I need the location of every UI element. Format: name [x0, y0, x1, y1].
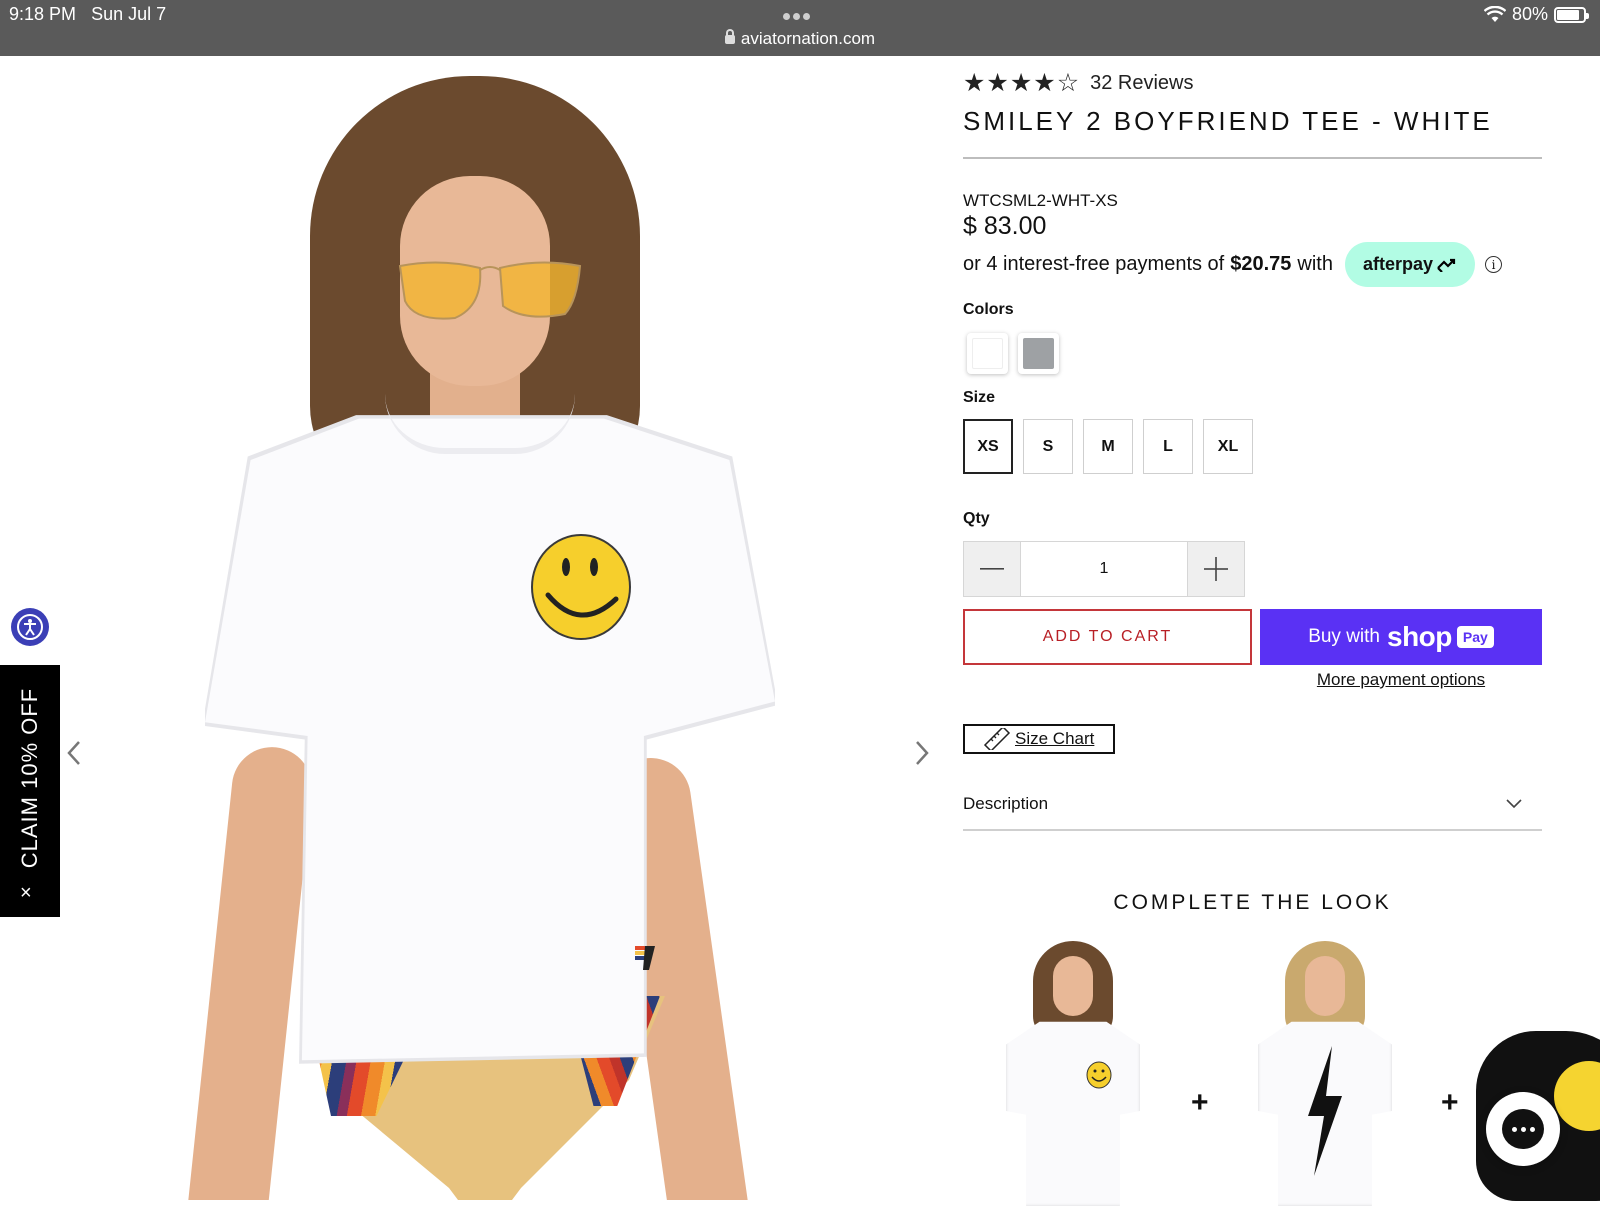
- chevron-left-icon[interactable]: [64, 740, 84, 766]
- look-item-bolt-tee[interactable]: [1250, 936, 1400, 1206]
- aviator-sunglasses: [398, 261, 582, 320]
- smiley-graphic: [531, 534, 631, 640]
- accessibility-button[interactable]: [11, 608, 49, 646]
- rating[interactable]: ★★★★☆ 32 Reviews: [963, 68, 1194, 98]
- description-label: Description: [963, 794, 1049, 813]
- status-bar: 9:18 PM Sun Jul 7 80% aviatornation.com: [0, 0, 1600, 56]
- minus-icon: [980, 568, 1004, 570]
- close-icon[interactable]: ×: [20, 883, 32, 903]
- star-filled-icon: ★: [986, 69, 1009, 97]
- star-empty-icon: ☆: [1056, 69, 1080, 97]
- color-swatches: [967, 333, 1059, 374]
- battery-icon: [1554, 6, 1589, 23]
- product-price: $ 83.00: [963, 212, 1047, 240]
- qty-decrease-button[interactable]: [964, 542, 1020, 596]
- plus-separator: +: [1191, 1086, 1209, 1119]
- star-filled-icon: ★: [963, 69, 986, 97]
- size-options: XS S M L XL: [963, 419, 1253, 474]
- star-filled-icon: ★: [1033, 69, 1056, 97]
- reviews-count[interactable]: 32 Reviews: [1090, 72, 1193, 95]
- afterpay-prefix: or 4 interest-free payments of: [963, 253, 1225, 275]
- clock: 9:18 PM: [9, 4, 77, 24]
- plus-icon: [1204, 557, 1228, 581]
- chevron-right-icon[interactable]: [912, 740, 932, 766]
- star-rating: ★★★★☆: [963, 68, 1080, 98]
- complete-the-look-title: COMPLETE THE LOOK: [1113, 891, 1392, 914]
- mini-face: [1305, 956, 1345, 1016]
- size-label: Size: [963, 389, 996, 406]
- lock-icon: [724, 29, 735, 44]
- swatch-fill: [972, 338, 1003, 369]
- multitasking-dots-icon[interactable]: [783, 7, 813, 25]
- size-chart-label: Size Chart: [1015, 729, 1095, 748]
- model-arm: [184, 743, 316, 1200]
- status-indicators: 80%: [1483, 4, 1589, 25]
- wifi-icon: [1483, 6, 1506, 22]
- product-image[interactable]: [0, 56, 940, 1200]
- tee-collar: [385, 394, 575, 454]
- more-payment-options-link[interactable]: More payment options: [1260, 670, 1542, 690]
- accessibility-icon: [17, 614, 43, 640]
- address-bar[interactable]: aviatornation.com: [0, 29, 1600, 49]
- description-accordion[interactable]: Description: [963, 786, 1542, 822]
- add-to-cart-button[interactable]: ADD TO CART: [963, 609, 1252, 665]
- divider: [963, 157, 1542, 159]
- quantity-stepper: 1: [963, 541, 1245, 597]
- chat-bubble-icon: [1502, 1109, 1544, 1149]
- qty-label: Qty: [963, 510, 990, 527]
- qty-increase-button[interactable]: [1188, 542, 1244, 596]
- product-title: SMILEY 2 BOYFRIEND TEE - WHITE: [963, 106, 1493, 136]
- swatch-fill: [1023, 338, 1054, 369]
- size-option-m[interactable]: M: [1083, 419, 1133, 474]
- status-time: 9:18 PM Sun Jul 7: [9, 4, 166, 25]
- quantity-input[interactable]: 1: [1020, 542, 1188, 596]
- afterpay-badge-text: afterpay: [1362, 254, 1433, 274]
- info-icon[interactable]: i: [1484, 256, 1502, 273]
- mini-face: [1053, 956, 1093, 1016]
- afterpay-badge[interactable]: afterpay: [1344, 242, 1475, 287]
- chat-button[interactable]: [1486, 1092, 1560, 1166]
- swatch-white[interactable]: [967, 333, 1008, 374]
- size-option-xl[interactable]: XL: [1203, 419, 1253, 474]
- complete-the-look-products: + +: [963, 936, 1600, 1206]
- star-filled-icon: ★: [1009, 69, 1033, 97]
- afterpay-amount: $20.75: [1230, 253, 1292, 275]
- shop-logo: shop: [1387, 621, 1452, 652]
- plus-separator: +: [1441, 1086, 1459, 1119]
- chevron-down-icon: [1506, 799, 1522, 809]
- afterpay-suffix: with: [1297, 253, 1333, 275]
- swatch-grey[interactable]: [1018, 333, 1059, 374]
- product-sku: WTCSML2-WHT-XS: [963, 191, 1118, 210]
- mini-tee: [1006, 1021, 1140, 1206]
- claim-discount-tab[interactable]: CLAIM 10% OFF ×: [0, 665, 60, 917]
- pay-pill: Pay: [1456, 626, 1494, 648]
- colors-label: Colors: [963, 301, 1014, 318]
- aviator-logo-icon: [635, 946, 655, 970]
- divider: [963, 829, 1542, 831]
- url-text: aviatornation.com: [740, 29, 876, 48]
- smiley-graphic: [1554, 1061, 1600, 1131]
- afterpay-arrows-icon: [1437, 258, 1456, 272]
- size-chart-button[interactable]: Size Chart: [963, 724, 1115, 754]
- look-item-smiley-tee[interactable]: [998, 936, 1148, 1206]
- size-option-xs[interactable]: XS: [963, 419, 1013, 474]
- buy-with-text: Buy with: [1308, 626, 1380, 647]
- buy-with-shop-pay-button[interactable]: Buy with shop Pay: [1260, 609, 1542, 665]
- ruler-icon: [983, 728, 1011, 750]
- afterpay-message: or 4 interest-free payments of $20.75 wi…: [963, 242, 1502, 287]
- claim-text[interactable]: CLAIM 10% OFF: [17, 688, 43, 868]
- date: Sun Jul 7: [91, 4, 167, 24]
- lightning-bolt-icon: [1308, 1046, 1342, 1176]
- size-option-l[interactable]: L: [1143, 419, 1193, 474]
- battery-percent: 80%: [1511, 4, 1548, 24]
- size-option-s[interactable]: S: [1023, 419, 1073, 474]
- smiley-graphic: [1086, 1061, 1112, 1089]
